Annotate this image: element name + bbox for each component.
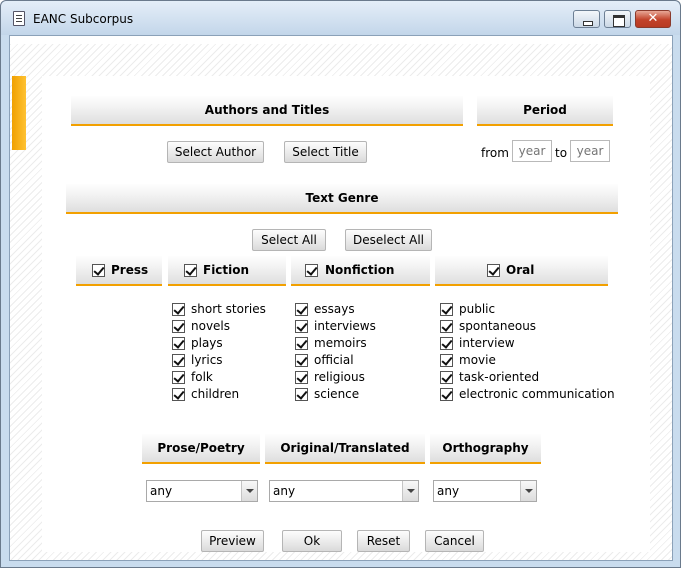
interviews-checkbox[interactable]: [295, 320, 308, 333]
spontaneous-checkbox[interactable]: [440, 320, 453, 333]
official-label: official: [314, 353, 354, 367]
electronic-communication-label: electronic communication: [459, 387, 615, 401]
orthography-select[interactable]: any: [433, 480, 537, 502]
memoirs-label: memoirs: [314, 336, 367, 350]
from-label: from: [481, 146, 509, 160]
chevron-down-icon[interactable]: [520, 481, 536, 501]
orthography-value: any: [437, 484, 460, 498]
period-header: Period: [477, 96, 613, 126]
plays-label: plays: [191, 336, 223, 350]
reset-button[interactable]: Reset: [357, 530, 410, 552]
category-press: Press: [76, 256, 162, 286]
public-label: public: [459, 302, 496, 316]
close-icon: ✕: [647, 11, 659, 26]
interview-checkbox[interactable]: [440, 337, 453, 350]
to-label: to: [555, 146, 568, 160]
authors-titles-header: Authors and Titles: [71, 96, 463, 126]
religious-label: religious: [314, 370, 365, 384]
chevron-down-icon[interactable]: [402, 481, 418, 501]
original-translated-value: any: [273, 484, 296, 498]
public-checkbox[interactable]: [440, 303, 453, 316]
essays-checkbox[interactable]: [295, 303, 308, 316]
select-author-button[interactable]: Select Author: [167, 141, 264, 163]
novels-label: novels: [191, 319, 231, 333]
deselect-all-button[interactable]: Deselect All: [345, 229, 432, 251]
fiction-checkbox[interactable]: [184, 264, 197, 277]
spontaneous-label: spontaneous: [459, 319, 537, 333]
prose-poetry-value: any: [150, 484, 173, 498]
nonfiction-label: Nonfiction: [325, 263, 395, 277]
select-all-button[interactable]: Select All: [252, 229, 326, 251]
science-label: science: [314, 387, 360, 401]
movie-checkbox[interactable]: [440, 354, 453, 367]
cancel-button[interactable]: Cancel: [425, 530, 484, 552]
short-stories-label: short stories: [191, 302, 266, 316]
dialog-window: EANC Subcorpus ✕ Authors and Titles Sele…: [0, 0, 681, 568]
folk-checkbox[interactable]: [172, 371, 185, 384]
select-title-button[interactable]: Select Title: [284, 141, 367, 163]
fiction-label: Fiction: [203, 263, 250, 277]
oral-label: Oral: [506, 263, 535, 277]
essays-label: essays: [314, 302, 355, 316]
original-translated-select[interactable]: any: [269, 480, 419, 502]
window-title: EANC Subcorpus: [33, 12, 134, 26]
to-year-input[interactable]: [570, 140, 610, 162]
lyrics-checkbox[interactable]: [172, 354, 185, 367]
children-checkbox[interactable]: [172, 388, 185, 401]
task-oriented-checkbox[interactable]: [440, 371, 453, 384]
client-area: Authors and Titles Select Author Select …: [9, 35, 673, 561]
task-oriented-label: task-oriented: [459, 370, 540, 384]
nonfiction-checkbox[interactable]: [305, 264, 318, 277]
movie-label: movie: [459, 353, 496, 367]
press-checkbox[interactable]: [92, 264, 105, 277]
accent-bar: [12, 76, 26, 150]
science-checkbox[interactable]: [295, 388, 308, 401]
from-year-input[interactable]: [512, 140, 552, 162]
electronic-communication-checkbox[interactable]: [440, 388, 453, 401]
title-bar[interactable]: EANC Subcorpus ✕: [1, 1, 680, 35]
ok-button[interactable]: Ok: [282, 530, 342, 552]
category-nonfiction: Nonfiction: [291, 256, 430, 286]
orthography-header: Orthography: [430, 434, 541, 464]
preview-button[interactable]: Preview: [201, 530, 264, 552]
category-oral: Oral: [435, 256, 608, 286]
novels-checkbox[interactable]: [172, 320, 185, 333]
oral-checkbox[interactable]: [487, 264, 500, 277]
close-button[interactable]: ✕: [635, 10, 671, 28]
plays-checkbox[interactable]: [172, 337, 185, 350]
press-label: Press: [111, 263, 149, 277]
short-stories-checkbox[interactable]: [172, 303, 185, 316]
maximize-button[interactable]: [604, 10, 631, 28]
subcorpus-form: Authors and Titles Select Author Select …: [42, 76, 650, 552]
original-translated-header: Original/Translated: [265, 434, 425, 464]
religious-checkbox[interactable]: [295, 371, 308, 384]
folk-label: folk: [191, 370, 213, 384]
chevron-down-icon[interactable]: [241, 481, 257, 501]
minimize-button[interactable]: [573, 10, 600, 28]
official-checkbox[interactable]: [295, 354, 308, 367]
prose-poetry-header: Prose/Poetry: [142, 434, 260, 464]
memoirs-checkbox[interactable]: [295, 337, 308, 350]
prose-poetry-select[interactable]: any: [146, 480, 258, 502]
interview-label: interview: [459, 336, 515, 350]
interviews-label: interviews: [314, 319, 376, 333]
document-icon: [13, 11, 25, 26]
text-genre-header: Text Genre: [66, 184, 618, 214]
children-label: children: [191, 387, 240, 401]
category-fiction: Fiction: [168, 256, 286, 286]
lyrics-label: lyrics: [191, 353, 223, 367]
